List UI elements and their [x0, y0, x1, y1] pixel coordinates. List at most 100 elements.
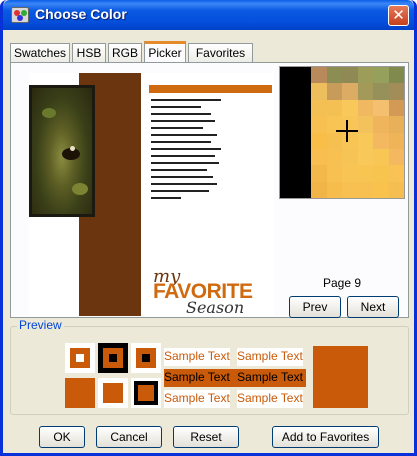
preview-swatch: [98, 343, 128, 373]
zoom-pixel: [295, 132, 311, 149]
zoom-pixel: [326, 99, 342, 117]
tab-rgb[interactable]: RGB: [108, 43, 142, 63]
zoom-pixel: [373, 165, 389, 182]
picker-panel: my FAVORITE Season Page 9 Prev Next: [10, 62, 409, 318]
preview-swatch: [65, 378, 95, 408]
zoom-pixel: [357, 67, 373, 84]
page-label: Page 9: [322, 276, 362, 290]
zoom-pixel: [357, 83, 373, 100]
cancel-button[interactable]: Cancel: [96, 426, 162, 448]
tab-label: Favorites: [195, 46, 246, 60]
tab-label: Picker: [148, 46, 182, 60]
sample-text: Sample Text: [237, 348, 303, 366]
zoom-pixel: [342, 165, 358, 182]
choose-color-dialog: Choose Color ✕ Swatches HSB RGB Picker F…: [0, 0, 417, 456]
zoom-pixel: [357, 148, 373, 166]
preview-swatch: [65, 343, 95, 373]
ok-button[interactable]: OK: [39, 426, 85, 448]
preview-swatch: [98, 378, 128, 408]
zoom-pixel: [373, 99, 389, 117]
zoom-pixel: [357, 116, 373, 133]
zoom-pixel: [311, 67, 327, 84]
close-button[interactable]: ✕: [388, 5, 409, 26]
zoom-pixel: [311, 116, 327, 133]
zoom-pixel: [295, 165, 311, 182]
zoom-pixel: [295, 181, 311, 198]
prev-button[interactable]: Prev: [289, 296, 341, 318]
sample-text: Sample Text: [237, 390, 303, 408]
tab-favorites[interactable]: Favorites: [188, 43, 253, 63]
zoom-pixel: [311, 165, 327, 182]
zoom-pixel: [388, 132, 404, 149]
tab-picker[interactable]: Picker: [144, 41, 186, 64]
zoom-pixel: [342, 132, 358, 149]
tab-label: Swatches: [13, 46, 67, 60]
crosshair-icon: [346, 120, 348, 142]
selected-color-swatch: [313, 346, 368, 408]
artwork-season: Season: [186, 298, 245, 317]
zoom-pixel: [295, 99, 311, 117]
sample-text-label: Sample Text: [237, 370, 303, 384]
zoom-magnifier: [279, 66, 405, 199]
sample-text: Sample Text: [164, 348, 230, 366]
zoom-pixel: [311, 181, 327, 198]
tab-label: HSB: [76, 46, 102, 60]
preview-swatch: [131, 343, 161, 373]
zoom-pixel: [280, 99, 296, 117]
source-image[interactable]: my FAVORITE Season: [29, 73, 274, 317]
orange-header-strip: [149, 85, 272, 93]
zoom-pixel: [280, 132, 296, 149]
zoom-pixel: [342, 99, 358, 117]
zoom-pixel: [280, 67, 296, 84]
preview-legend: Preview: [17, 318, 64, 332]
zoom-pixel: [388, 148, 404, 166]
tab-swatches[interactable]: Swatches: [10, 43, 70, 63]
zoom-pixel: [280, 165, 296, 182]
zoom-pixel: [295, 148, 311, 166]
zoom-pixel: [357, 165, 373, 182]
tab-strip: Swatches HSB RGB Picker Favorites: [10, 41, 410, 64]
zoom-pixel: [388, 99, 404, 117]
tab-hsb[interactable]: HSB: [72, 43, 106, 63]
zoom-pixel: [342, 67, 358, 84]
add-to-favorites-button[interactable]: Add to Favorites: [272, 426, 379, 448]
zoom-pixel: [373, 148, 389, 166]
zoom-pixel: [342, 148, 358, 166]
preview-swatch: [131, 378, 161, 408]
zoom-pixel: [388, 181, 404, 198]
palette-icon: [11, 7, 29, 23]
zoom-pixel: [326, 67, 342, 84]
zoom-pixel: [357, 132, 373, 149]
zoom-pixel: [373, 83, 389, 100]
zoom-pixel: [388, 67, 404, 84]
window-title: Choose Color: [35, 6, 127, 22]
zoom-pixel: [357, 181, 373, 198]
sample-text-label: Sample Text: [164, 370, 230, 384]
sample-text: Sample Text: [164, 390, 230, 408]
zoom-pixel: [311, 83, 327, 100]
next-button[interactable]: Next: [347, 296, 399, 318]
zoom-pixel: [326, 181, 342, 198]
zoom-pixel: [373, 181, 389, 198]
zoom-pixel: [388, 116, 404, 133]
title-bar[interactable]: Choose Color ✕: [3, 0, 414, 30]
zoom-pixel: [326, 132, 342, 149]
zoom-pixel: [388, 165, 404, 182]
zoom-pixel: [280, 116, 296, 133]
zoom-pixel: [388, 83, 404, 100]
zoom-pixel: [326, 148, 342, 166]
zoom-pixel: [357, 99, 373, 117]
zoom-pixel: [342, 83, 358, 100]
zoom-pixel: [342, 181, 358, 198]
zoom-pixel: [295, 67, 311, 84]
butterfly-photo: [29, 85, 95, 217]
zoom-pixel: [295, 116, 311, 133]
zoom-pixel: [280, 181, 296, 198]
zoom-pixel: [326, 83, 342, 100]
zoom-pixel: [326, 165, 342, 182]
zoom-pixel: [280, 148, 296, 166]
sample-text: Sample Text Sample Text: [164, 369, 306, 387]
zoom-pixel: [295, 83, 311, 100]
zoom-pixel: [280, 83, 296, 100]
reset-button[interactable]: Reset: [173, 426, 239, 448]
